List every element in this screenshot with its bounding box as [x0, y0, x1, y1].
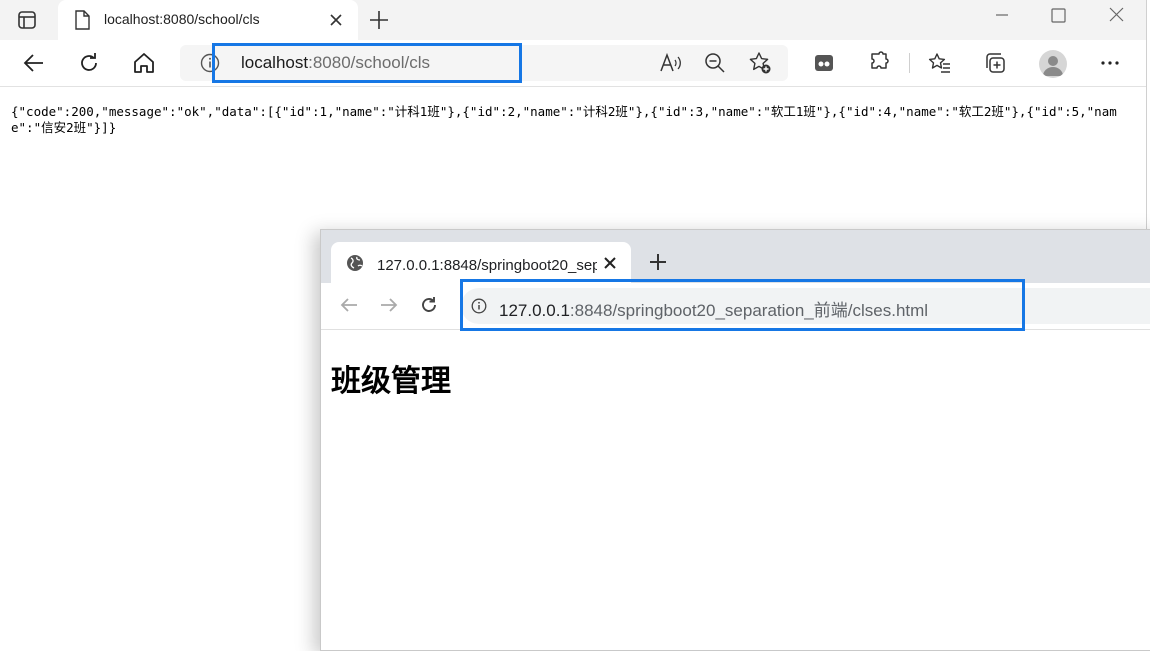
collections-icon[interactable] — [983, 51, 1007, 75]
close-window-icon[interactable] — [1096, 6, 1136, 26]
extensions-icon[interactable] — [867, 51, 891, 75]
toolbar: localhost:8080/school/cls — [0, 40, 1146, 87]
page-title: 班级管理 — [331, 365, 451, 398]
more-icon[interactable] — [1098, 51, 1122, 75]
refresh-icon[interactable] — [419, 295, 439, 315]
home-icon[interactable] — [132, 51, 156, 75]
refresh-icon[interactable] — [77, 51, 101, 75]
add-favorite-icon[interactable] — [748, 51, 772, 75]
back-arrow-icon[interactable] — [339, 295, 359, 315]
url-highlight-box — [460, 279, 1025, 331]
tab-active[interactable]: 127.0.0.1:8848/springboot20_separation_前… — [331, 242, 631, 283]
profile-avatar-icon[interactable] — [1039, 50, 1067, 78]
plus-icon[interactable] — [368, 9, 390, 31]
tab-strip: 127.0.0.1:8848/springboot20_separation_前… — [321, 230, 1150, 283]
tab-title: localhost:8080/school/cls — [104, 11, 260, 27]
favorites-icon[interactable] — [928, 51, 952, 75]
close-icon[interactable] — [603, 256, 617, 270]
tab-strip: localhost:8080/school/cls — [0, 0, 1146, 40]
tab-title: 127.0.0.1:8848/springboot20_separation_前… — [377, 257, 597, 274]
tab-active[interactable]: localhost:8080/school/cls — [58, 0, 358, 40]
media-icon[interactable] — [812, 51, 836, 75]
maximize-icon[interactable] — [1038, 6, 1078, 26]
back-arrow-icon[interactable] — [22, 51, 46, 75]
forward-arrow-icon[interactable] — [379, 295, 399, 315]
url-highlight-box — [212, 43, 522, 83]
page-icon — [75, 10, 90, 30]
globe-icon — [347, 255, 363, 271]
zoom-out-icon[interactable] — [704, 52, 726, 74]
close-icon[interactable] — [328, 12, 344, 28]
minimize-icon[interactable] — [982, 6, 1022, 26]
plus-icon[interactable] — [648, 252, 668, 272]
json-response-text: {"code":200,"message":"ok","data":[{"id"… — [11, 104, 1117, 135]
sidebar-icon[interactable] — [17, 10, 37, 30]
toolbar-separator — [909, 53, 910, 73]
read-aloud-icon[interactable] — [659, 52, 683, 74]
